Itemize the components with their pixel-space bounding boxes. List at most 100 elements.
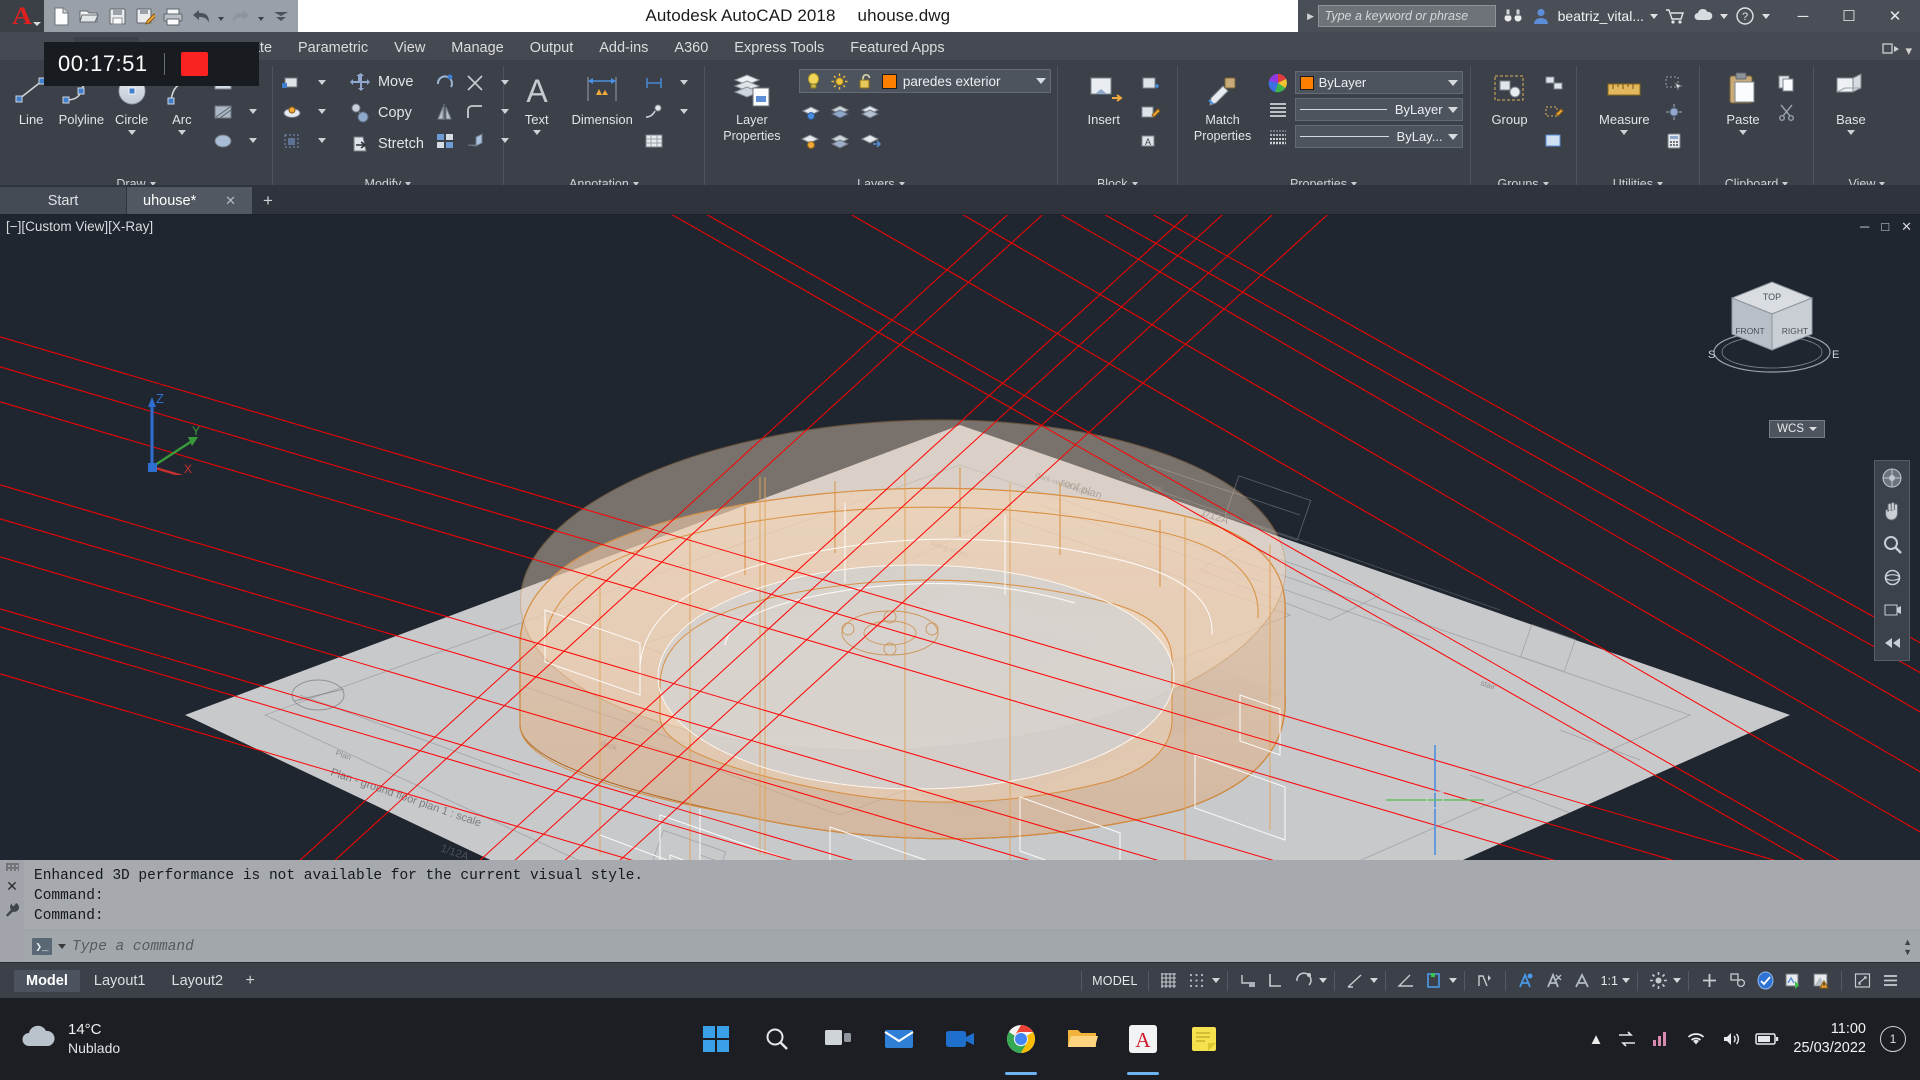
space-toggle-button[interactable]: MODEL xyxy=(1082,974,1147,988)
chevron-down-icon[interactable] xyxy=(239,127,266,154)
application-menu-button[interactable]: A xyxy=(0,0,44,32)
hardware-acceleration-icon[interactable] xyxy=(1696,969,1722,993)
units-warning-icon[interactable] xyxy=(1808,969,1834,993)
tab-parametric[interactable]: Parametric xyxy=(285,37,381,60)
showmotion-icon[interactable] xyxy=(1879,598,1905,622)
quick-calc-icon[interactable] xyxy=(1660,127,1687,154)
measure-button[interactable]: Measure xyxy=(1588,65,1660,135)
maximize-button[interactable]: ☐ xyxy=(1826,0,1872,32)
chevron-down-icon[interactable] xyxy=(1369,978,1378,983)
lineweight-icon[interactable] xyxy=(1266,126,1290,148)
grid-display-icon[interactable] xyxy=(1156,969,1182,993)
chevron-down-icon[interactable] xyxy=(177,130,186,135)
id-point-icon[interactable] xyxy=(1660,98,1687,125)
chevron-down-icon[interactable] xyxy=(1447,106,1458,113)
view-cube[interactable]: S E TOP FRONT RIGHT xyxy=(1700,270,1850,405)
graphics-performance-icon[interactable] xyxy=(1752,969,1778,993)
object-snap-icon[interactable] xyxy=(1421,969,1447,993)
layer-isolate-icon[interactable] xyxy=(799,98,826,125)
tab-a360[interactable]: A360 xyxy=(661,37,721,60)
layout-tab-layout1[interactable]: Layout1 xyxy=(82,970,158,992)
close-icon[interactable]: ✕ xyxy=(225,193,236,209)
base-view-button[interactable]: Base xyxy=(1820,65,1882,135)
tab-uhouse[interactable]: uhouse* ✕ xyxy=(127,187,252,214)
chevron-down-icon[interactable] xyxy=(671,98,698,125)
drag-handle[interactable] xyxy=(5,863,19,871)
snap-mode-icon[interactable] xyxy=(1184,969,1210,993)
move-button[interactable]: Move xyxy=(344,67,426,97)
chevron-down-icon[interactable] xyxy=(1739,130,1748,135)
current-layer-combo[interactable]: paredes exterior xyxy=(798,69,1051,93)
command-input-row[interactable]: ❯_ Type a command ▲ ▼ xyxy=(24,930,1920,962)
layer-properties-button[interactable]: Layer Properties xyxy=(711,65,793,143)
command-prompt-icon[interactable]: ❯_ xyxy=(32,938,52,955)
autodesk-store-icon[interactable] xyxy=(1664,5,1686,27)
group-button[interactable]: Group xyxy=(1479,65,1541,127)
plot-icon[interactable] xyxy=(160,3,186,29)
chevron-down-icon[interactable] xyxy=(239,98,266,125)
lightbulb-on-icon[interactable] xyxy=(804,72,824,90)
create-block-icon[interactable] xyxy=(1137,69,1164,96)
chevron-down-icon[interactable] xyxy=(1620,130,1629,135)
layout-tab-layout2[interactable]: Layout2 xyxy=(160,970,236,992)
chevron-down-icon[interactable] xyxy=(1622,978,1630,983)
new-drawing-tab-button[interactable]: + xyxy=(253,187,283,214)
full-navigation-wheel-icon[interactable] xyxy=(1879,466,1905,490)
text-button[interactable]: A Text xyxy=(510,65,564,135)
angle-icon[interactable] xyxy=(1393,969,1419,993)
pan-icon[interactable] xyxy=(1879,499,1905,523)
dimension-button[interactable]: Dimension xyxy=(563,65,641,127)
cloud-sync-icon[interactable] xyxy=(1692,5,1714,27)
orbit-icon[interactable] xyxy=(1879,565,1905,589)
save-as-icon[interactable] xyxy=(132,3,158,29)
trim-icon[interactable] xyxy=(462,69,489,96)
video-icon[interactable] xyxy=(936,1015,984,1063)
chevron-down-icon[interactable] xyxy=(309,98,336,125)
match-properties-button[interactable]: Match Properties xyxy=(1184,65,1262,143)
polar-tracking-icon[interactable] xyxy=(1291,969,1317,993)
edit-block-icon[interactable] xyxy=(1137,98,1164,125)
close-viewport-icon[interactable]: ✕ xyxy=(1901,219,1912,235)
layer-freeze-icon[interactable] xyxy=(829,98,856,125)
tab-manage[interactable]: Manage xyxy=(438,37,516,60)
chevron-down-icon[interactable]: ▾ xyxy=(1905,43,1912,59)
minimize-viewport-icon[interactable]: ─ xyxy=(1860,219,1869,235)
ortho-mode-icon[interactable] xyxy=(1263,969,1289,993)
zoom-icon[interactable] xyxy=(1879,532,1905,556)
user-avatar-icon[interactable] xyxy=(1530,5,1552,27)
search-icon[interactable] xyxy=(753,1015,801,1063)
stop-recording-button[interactable] xyxy=(180,52,208,76)
unlock-icon[interactable] xyxy=(856,72,876,90)
tab-view[interactable]: View xyxy=(381,37,438,60)
copy-button[interactable]: Copy xyxy=(344,98,426,128)
chevron-down-icon[interactable] xyxy=(127,130,136,135)
insert-block-button[interactable]: Insert xyxy=(1071,65,1137,127)
group-edit-icon[interactable] xyxy=(1541,98,1568,125)
layer-off-icon[interactable] xyxy=(799,127,826,154)
command-history[interactable]: Enhanced 3D performance is not available… xyxy=(24,860,1920,930)
3d-move-icon[interactable] xyxy=(279,69,306,96)
layer-match-icon[interactable] xyxy=(859,127,886,154)
tab-start[interactable]: Start xyxy=(0,187,126,214)
freeze-sun-icon[interactable] xyxy=(830,72,850,90)
autocad-icon[interactable]: A xyxy=(1119,1015,1167,1075)
infer-constraints-icon[interactable] xyxy=(1235,969,1261,993)
workspace-switching-icon[interactable] xyxy=(1645,969,1671,993)
redo-icon[interactable] xyxy=(228,3,254,29)
rewind-icon[interactable] xyxy=(1879,631,1905,655)
paste-button[interactable]: Paste xyxy=(1713,65,1773,135)
qat-more-icon[interactable] xyxy=(268,3,294,29)
object-snap-tracking-icon[interactable] xyxy=(1342,969,1368,993)
stretch-button[interactable]: Stretch xyxy=(344,129,426,159)
chrome-icon[interactable] xyxy=(997,1015,1045,1075)
binoculars-search-icon[interactable] xyxy=(1502,5,1524,27)
tab-express-tools[interactable]: Express Tools xyxy=(721,37,837,60)
chevron-down-icon[interactable] xyxy=(1720,13,1728,19)
color-wheel-icon[interactable] xyxy=(1266,72,1290,94)
fillet-icon[interactable] xyxy=(462,98,489,125)
search-input[interactable]: Type a keyword or phrase xyxy=(1317,5,1496,27)
customize-command-line-icon[interactable] xyxy=(5,902,20,921)
layer-color-swatch[interactable] xyxy=(881,73,897,89)
dynamic-ucs-icon[interactable] xyxy=(1472,969,1498,993)
3d-scale-icon[interactable] xyxy=(279,127,306,154)
